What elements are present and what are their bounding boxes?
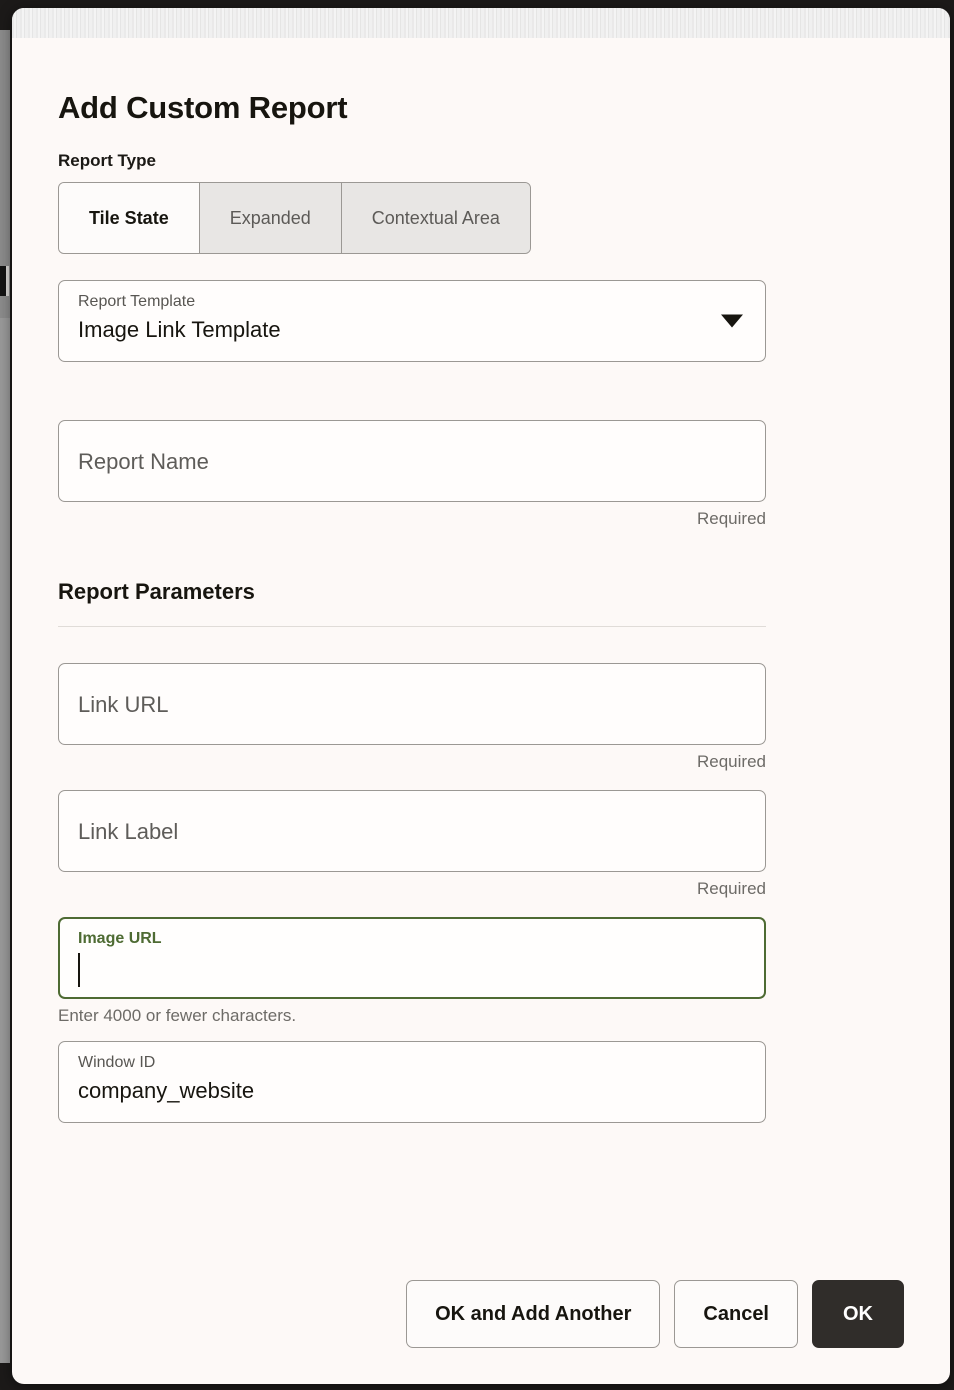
link-label-block: Link Label Required xyxy=(58,790,904,899)
add-custom-report-dialog: Add Custom Report Report Type Tile State… xyxy=(12,8,950,1384)
report-name-helper: Required xyxy=(697,509,766,528)
link-url-helper: Required xyxy=(697,752,766,771)
report-template-value: Image Link Template xyxy=(78,317,281,342)
background-content-band xyxy=(12,8,950,38)
background-page-strip-lower xyxy=(0,318,10,1363)
report-template-block: Report Template Image Link Template xyxy=(58,280,904,362)
report-name-block: Report Name Required xyxy=(58,420,904,529)
link-url-placeholder: Link URL xyxy=(78,692,169,717)
ok-button[interactable]: OK xyxy=(812,1280,904,1348)
segment-tile-state[interactable]: Tile State xyxy=(59,183,200,253)
text-cursor xyxy=(78,953,80,987)
dialog-body: Add Custom Report Report Type Tile State… xyxy=(12,38,950,1384)
image-url-field[interactable]: Image URL xyxy=(58,917,766,999)
image-url-block: Image URL Enter 4000 or fewer characters… xyxy=(58,917,904,1026)
segment-expanded[interactable]: Expanded xyxy=(199,183,342,253)
segment-contextual-area[interactable]: Contextual Area xyxy=(341,183,530,253)
section-divider xyxy=(58,626,766,627)
window-id-value: company_website xyxy=(78,1078,255,1103)
link-label-helper: Required xyxy=(697,879,766,898)
link-label-placeholder: Link Label xyxy=(78,819,179,844)
window-id-field[interactable]: Window ID company_website xyxy=(58,1041,766,1123)
page-title: Add Custom Report xyxy=(58,90,348,125)
report-template-select[interactable]: Report Template Image Link Template xyxy=(58,280,766,362)
report-name-placeholder: Report Name xyxy=(78,449,209,474)
report-name-field[interactable]: Report Name xyxy=(58,420,766,502)
link-label-field[interactable]: Link Label xyxy=(58,790,766,872)
report-template-label: Report Template xyxy=(78,293,196,310)
dialog-footer: OK and Add Another Cancel OK xyxy=(58,1280,904,1348)
image-url-label: Image URL xyxy=(78,930,162,947)
window-id-label: Window ID xyxy=(78,1054,156,1071)
report-parameters-heading: Report Parameters xyxy=(58,579,255,604)
chevron-down-icon[interactable] xyxy=(721,314,743,328)
background-clipped-glyph xyxy=(0,266,9,296)
link-url-field[interactable]: Link URL xyxy=(58,663,766,745)
link-url-block: Link URL Required xyxy=(58,663,904,772)
image-url-helper: Enter 4000 or fewer characters. xyxy=(58,1006,297,1025)
cancel-button[interactable]: Cancel xyxy=(674,1280,798,1348)
report-type-label: Report Type xyxy=(58,151,156,170)
report-type-segmented-control[interactable]: Tile State Expanded Contextual Area xyxy=(58,182,531,254)
window-id-block: Window ID company_website xyxy=(58,1041,904,1123)
ok-and-add-another-button[interactable]: OK and Add Another xyxy=(406,1280,661,1348)
